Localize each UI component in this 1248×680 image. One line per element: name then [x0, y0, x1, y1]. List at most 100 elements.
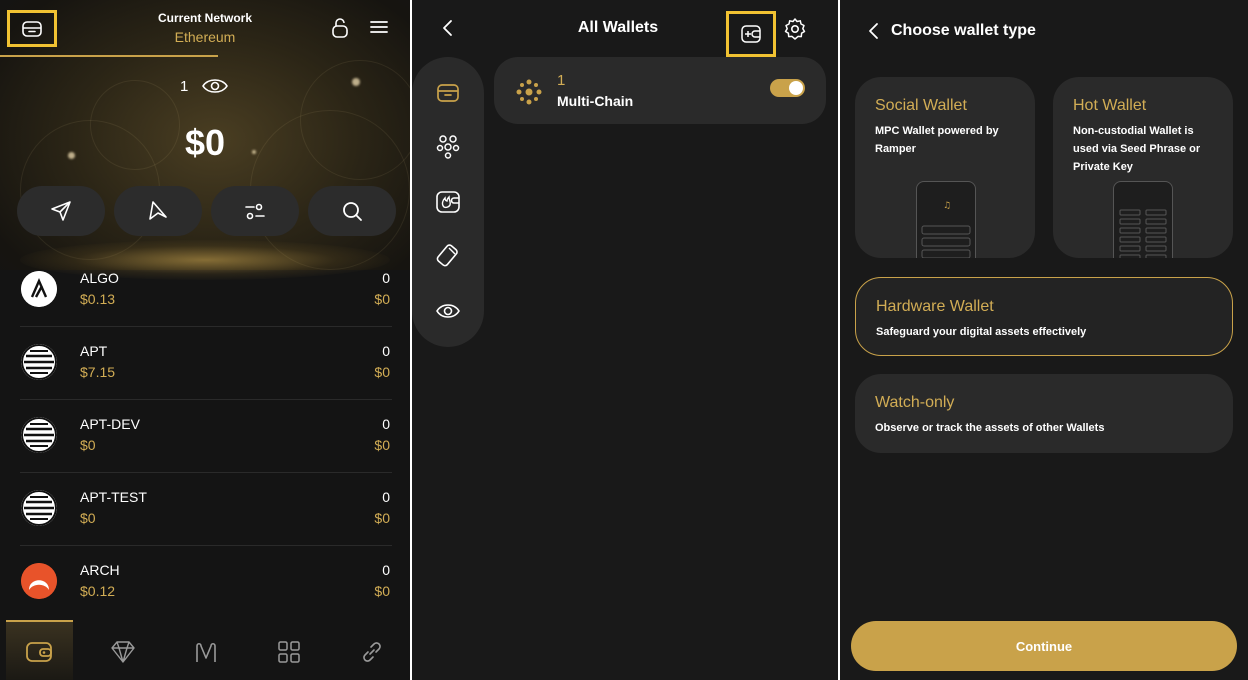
nav-tab-nft[interactable]: [109, 638, 137, 666]
arch-logo-icon: [21, 563, 57, 599]
token-amount: 0: [382, 562, 390, 578]
wallet-home-panel: Current Network Ethereum 1 $0 ALGO $0.13…: [0, 0, 410, 680]
continue-button[interactable]: Continue: [851, 621, 1237, 671]
wallet-list-item[interactable]: 1 Multi-Chain: [494, 57, 826, 124]
send-icon: [51, 201, 71, 221]
settings-button[interactable]: [783, 17, 807, 41]
option-title: Social Wallet: [875, 97, 967, 114]
token-symbol: APT: [80, 343, 108, 359]
rail-hot-wallets[interactable]: [434, 188, 462, 216]
token-price: $0.12: [80, 583, 116, 599]
toggle-balance-visibility[interactable]: [201, 76, 229, 96]
token-row-arch[interactable]: ARCH $0.12 0 $0: [0, 546, 410, 619]
option-title: Hot Wallet: [1073, 97, 1147, 114]
option-title: Watch-only: [875, 394, 955, 411]
multi-chain-icon: [515, 78, 543, 106]
choose-wallet-type-panel: Choose wallet type Social Wallet MPC Wal…: [840, 0, 1248, 680]
social-group-icon: [436, 135, 460, 159]
wallet-icon: [26, 642, 52, 662]
add-wallet-button[interactable]: [726, 11, 776, 57]
token-price: $0: [80, 510, 96, 526]
filter-icon: [245, 203, 265, 220]
chevron-left-icon: [869, 23, 878, 39]
filter-button[interactable]: [211, 186, 299, 236]
search-button[interactable]: [308, 186, 396, 236]
aptos-logo-icon: [21, 417, 57, 453]
rail-hardware-wallets[interactable]: [434, 242, 462, 270]
token-row-apt-test[interactable]: APT-TEST $0 0 $0: [0, 473, 410, 546]
bottom-navigation: [0, 620, 410, 680]
token-row-apt-dev[interactable]: APT-DEV $0 0 $0: [0, 400, 410, 473]
total-balance: $0: [184, 122, 226, 163]
token-value: $0: [374, 364, 390, 380]
link-icon: [363, 642, 381, 662]
rail-all-wallets[interactable]: [434, 79, 462, 107]
back-button[interactable]: [867, 22, 881, 40]
token-price: $0.13: [80, 291, 116, 307]
eye-icon: [436, 304, 460, 318]
hamburger-menu-icon: [370, 21, 388, 33]
social-wallet-option[interactable]: Social Wallet MPC Wallet powered by Ramp…: [855, 77, 1035, 258]
nav-tab-connections[interactable]: [358, 638, 386, 666]
token-amount: 0: [382, 270, 390, 286]
lock-icon: [332, 18, 348, 38]
menu-button[interactable]: [369, 19, 389, 35]
aptos-logo-icon: [21, 490, 57, 526]
add-wallet-icon: [741, 25, 761, 43]
token-row-apt[interactable]: APT $7.15 0 $0: [0, 327, 410, 400]
hot-wallet-icon: [436, 191, 460, 213]
wallet-type: Multi-Chain: [557, 93, 634, 109]
token-price: $7.15: [80, 364, 116, 380]
rail-watch-only[interactable]: [434, 297, 462, 325]
token-value: $0: [374, 437, 390, 453]
token-value: $0: [374, 583, 390, 599]
receive-button[interactable]: [114, 186, 202, 236]
hardware-wallet-icon: [436, 244, 458, 267]
wallet-count: 1: [180, 78, 189, 95]
rail-social-wallets[interactable]: [434, 133, 462, 161]
phone-illustration: ♫: [916, 181, 976, 258]
token-value: $0: [374, 510, 390, 526]
token-row-algo[interactable]: ALGO $0.13 0 $0: [0, 254, 410, 327]
all-wallets-panel: All Wallets 1 Multi-Chain: [412, 0, 838, 680]
token-value: $0: [374, 291, 390, 307]
wallet-name: 1: [557, 72, 566, 89]
nav-tab-wallet[interactable]: [25, 638, 53, 666]
apps-grid-icon: [278, 641, 300, 663]
search-icon: [343, 202, 362, 221]
gear-icon: [784, 18, 806, 40]
wallet-enabled-toggle[interactable]: [770, 79, 805, 97]
diamond-icon: [111, 641, 135, 663]
bridge-icon: [196, 642, 216, 662]
watch-only-option[interactable]: Watch-only Observe or track the assets o…: [855, 374, 1233, 453]
phone-illustration: [1113, 181, 1173, 258]
token-amount: 0: [382, 489, 390, 505]
option-title: Hardware Wallet: [876, 298, 994, 315]
eye-icon: [202, 79, 228, 93]
aptos-logo-icon: [21, 344, 57, 380]
option-description: Safeguard your digital assets effectivel…: [876, 326, 1087, 338]
token-price: $0: [80, 437, 96, 453]
receive-icon: [149, 201, 167, 220]
lock-button[interactable]: [330, 17, 350, 39]
active-tab-indicator: [6, 620, 73, 622]
algo-logo-icon: [21, 271, 57, 307]
nav-tab-bridge[interactable]: [192, 638, 220, 666]
nav-tab-apps[interactable]: [275, 638, 303, 666]
page-title: Choose wallet type: [891, 22, 1036, 39]
token-symbol: APT-DEV: [80, 416, 140, 432]
hardware-wallet-option[interactable]: Hardware Wallet Safeguard your digital a…: [855, 277, 1233, 356]
token-symbol: ALGO: [80, 270, 119, 286]
option-description: MPC Wallet powered by Ramper: [875, 125, 999, 155]
token-symbol: ARCH: [80, 562, 120, 578]
token-amount: 0: [382, 343, 390, 359]
wallet-icon: [437, 84, 459, 102]
svg-text:♫: ♫: [943, 201, 951, 211]
hot-wallet-option[interactable]: Hot Wallet Non-custodial Wallet is used …: [1053, 77, 1233, 258]
wallet-type-rail: [412, 57, 484, 347]
token-amount: 0: [382, 416, 390, 432]
option-description: Observe or track the assets of other Wal…: [875, 422, 1105, 434]
network-underline: [0, 55, 218, 57]
option-description: Non-custodial Wallet is used via Seed Ph…: [1073, 125, 1201, 173]
send-button[interactable]: [17, 186, 105, 236]
